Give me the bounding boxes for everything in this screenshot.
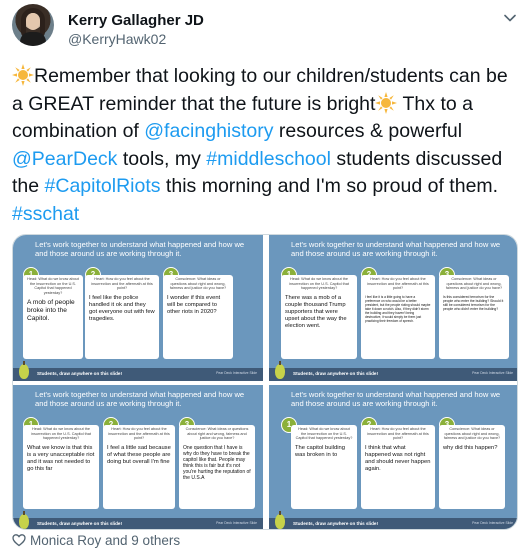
avatar-face [26, 13, 40, 30]
brand-label: Pear Deck Interactive Slide [472, 371, 513, 375]
answer-card-head: Head: What do we know about the insurrec… [281, 275, 357, 359]
answer-card-heart: Heart: How do you feel about the insurre… [103, 425, 175, 509]
slide-footer: Students, draw anywhere on this slide! P… [13, 511, 263, 529]
card-prompt: Conscience: What ideas or questions abou… [443, 427, 501, 441]
slide-image[interactable]: Let's work together to understand what h… [269, 235, 517, 381]
slide-footer: Students, draw anywhere on this slide! P… [13, 361, 263, 381]
card-answer: What we know is that this is a very unac… [27, 444, 95, 472]
author-handle[interactable]: @KerryHawk02 [68, 31, 166, 47]
answer-card-heart: Heart: How do you feel about the insurre… [361, 275, 435, 359]
card-prompt: Head: What do we know about the insurrec… [295, 427, 353, 441]
tweet-text-seg6: this morning and I'm so proud of them. [160, 175, 499, 197]
chevron-down-icon[interactable] [502, 10, 518, 26]
slide-footer: Students, draw anywhere on this slide! P… [269, 361, 517, 381]
slide-footer: Students, draw anywhere on this slide! P… [269, 511, 517, 529]
answer-card-conscience: Conscience: What ideas or questions abou… [163, 275, 233, 359]
card-answer: There was a mob of a couple thousand Tru… [285, 294, 347, 329]
pear-icon [19, 361, 29, 379]
slide-footer-text: Students, draw anywhere on this slide! [37, 371, 123, 376]
mention-facinghistory[interactable]: @facinghistory [144, 120, 273, 142]
slide-footer-text: Students, draw anywhere on this slide! [37, 521, 123, 526]
tweet-text-seg4: tools, my [117, 147, 207, 170]
slide-image[interactable]: Let's work together to understand what h… [269, 385, 517, 529]
card-prompt: Heart: How do you feel about the insurre… [91, 277, 153, 291]
tweet-header: Kerry Gallagher JD @KerryHawk02 [12, 4, 522, 48]
hashtag-sschat[interactable]: #sschat [12, 203, 79, 225]
avatar-body [20, 32, 46, 46]
card-answer: A mob of people broke into the Capitol. [27, 299, 75, 323]
card-answer: why did this happen? [443, 444, 498, 451]
mention-peardeck[interactable]: @PearDeck [12, 148, 117, 170]
card-prompt: Conscience: What ideas or questions abou… [169, 277, 227, 291]
answer-card-head: Head: What do we know about the insurrec… [23, 425, 99, 509]
avatar[interactable] [12, 4, 54, 46]
card-prompt: Head: What do we know about the insurrec… [27, 277, 79, 295]
liked-by-text: Monica Roy and 9 others [30, 533, 181, 548]
tweet-text: Remember that looking to our children/st… [12, 63, 517, 228]
media-grid[interactable]: Let's work together to understand what h… [12, 234, 518, 530]
sun-emoji-icon [12, 64, 34, 86]
hashtag-capitolriots[interactable]: #CapitolRiots [45, 175, 161, 197]
tweet-text-seg3: resources & powerful [273, 120, 463, 142]
answer-card-conscience: Conscience: What ideas or questions abou… [439, 275, 509, 359]
slide-title: Let's work together to understand what h… [35, 390, 245, 408]
answer-card-head: Head: What do we know about the insurrec… [23, 275, 83, 359]
slide-title: Let's work together to understand what h… [35, 240, 245, 258]
brand-label: Pear Deck Interactive Slide [216, 521, 257, 525]
card-prompt: Heart: How do you feel about the insurre… [367, 277, 429, 291]
card-answer: One question that I have is why do they … [183, 444, 251, 481]
slide-title: Let's work together to understand what h… [291, 390, 501, 408]
liked-by[interactable]: Monica Roy and 9 others [12, 533, 180, 548]
card-answer: I feel like the police handled it ok and… [89, 294, 155, 322]
answer-card-conscience: Conscience: What ideas or questions abou… [179, 425, 255, 509]
card-prompt: Head: What do we know about the insurrec… [289, 277, 349, 291]
answer-card-head: Head: What do we know about the insurrec… [291, 425, 357, 509]
card-prompt: Heart: How do you feel about the insurre… [108, 427, 170, 441]
hashtag-middleschool[interactable]: #middleschool [206, 148, 331, 170]
author-name[interactable]: Kerry Gallagher JD [68, 12, 204, 29]
card-prompt: Conscience: What ideas or questions abou… [185, 427, 249, 441]
answer-card-conscience: Conscience: What ideas or questions abou… [439, 425, 505, 509]
card-prompt: Head: What do we know about the insurrec… [31, 427, 91, 441]
brand-label: Pear Deck Interactive Slide [216, 371, 257, 375]
card-answer: I think that what happened was not right… [365, 444, 431, 472]
sun-emoji-icon [375, 91, 398, 114]
answer-card-heart: Heart: How do you feel about the insurre… [85, 275, 159, 359]
pear-icon [275, 361, 285, 379]
heart-icon [12, 534, 26, 547]
slide-footer-text: Students, draw anywhere on this slide! [293, 521, 379, 526]
brand-label: Pear Deck Interactive Slide [472, 521, 513, 525]
card-answer: I feel like it is a little going to have… [365, 294, 431, 323]
slide-image[interactable]: Let's work together to understand what h… [13, 235, 263, 381]
answer-card-heart: Heart: How do you feel about the insurre… [361, 425, 435, 509]
pear-icon [19, 511, 29, 529]
card-prompt: Conscience: What ideas or questions abou… [445, 277, 503, 291]
slide-image[interactable]: Let's work together to understand what h… [13, 385, 263, 529]
card-answer: I feel a little sad because of what thes… [107, 444, 171, 465]
pear-icon [275, 511, 285, 529]
card-answer: The capitol building was broken in to [295, 444, 345, 458]
card-answer: Is this considered terrorism for the peo… [443, 294, 504, 312]
slide-title: Let's work together to understand what h… [291, 240, 501, 258]
slide-footer-text: Students, draw anywhere on this slide! [293, 371, 379, 376]
card-prompt: Heart: How do you feel about the insurre… [367, 427, 429, 441]
card-answer: I wonder if this event will be compared … [167, 294, 221, 315]
